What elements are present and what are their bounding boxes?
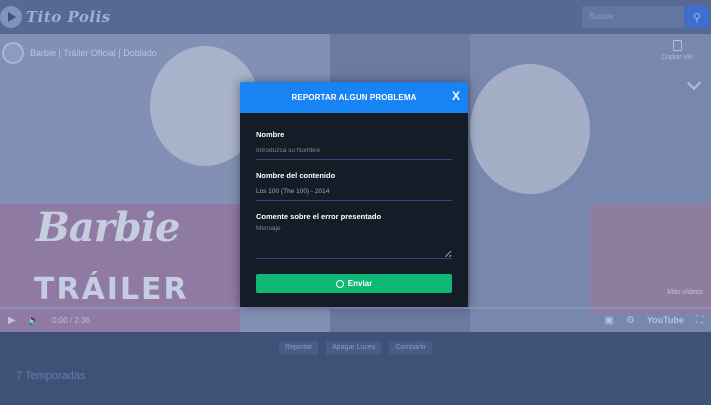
video-title[interactable]: Barbie | Tráiler Oficial | Doblado bbox=[30, 48, 157, 58]
copy-link-button[interactable]: Copiar vín bbox=[661, 40, 693, 61]
modal-body: Nombre Nombre del contenido Comente sobr… bbox=[240, 130, 468, 293]
video-bg-pink-right bbox=[590, 204, 711, 314]
search-icon: ⚲ bbox=[692, 11, 702, 24]
play-icon[interactable]: ▶ bbox=[8, 315, 16, 326]
play-logo-icon bbox=[0, 6, 22, 28]
lights-off-button[interactable]: Apagar Luces bbox=[326, 341, 382, 355]
channel-avatar[interactable] bbox=[2, 42, 24, 64]
comment-group: Comente sobre el error presentado bbox=[256, 212, 452, 264]
video-header: Barbie | Tráiler Oficial | Doblado bbox=[0, 42, 157, 64]
copy-icon bbox=[672, 40, 682, 51]
modal-title: REPORTAR ALGUN PROBLEMA bbox=[291, 93, 417, 102]
subtitles-icon[interactable]: ▣ bbox=[604, 315, 613, 326]
content-label: Nombre del contenido bbox=[256, 171, 336, 180]
name-input[interactable] bbox=[256, 143, 452, 160]
logo-text: Tito Polis bbox=[26, 8, 111, 26]
more-videos-label[interactable]: Más vídeos bbox=[667, 289, 703, 296]
search-input[interactable]: Buscar bbox=[582, 6, 684, 28]
search-button[interactable]: ⚲ bbox=[685, 6, 709, 28]
send-label: Enviar bbox=[347, 279, 373, 288]
close-button[interactable]: X bbox=[452, 89, 460, 103]
share-button[interactable]: Compartir bbox=[389, 341, 433, 355]
video-time: 0:00 / 2:36 bbox=[52, 315, 90, 325]
video-brand-text: Barbie bbox=[36, 204, 180, 251]
content-input[interactable] bbox=[256, 184, 452, 201]
seasons-heading: 7 Temporadas bbox=[16, 370, 86, 382]
video-trailer-text: TRÁILER bbox=[34, 272, 189, 307]
volume-icon[interactable]: 🔈 bbox=[28, 315, 40, 326]
fullscreen-icon[interactable]: ⛶ bbox=[696, 315, 703, 326]
name-group: Nombre bbox=[256, 130, 452, 160]
video-controls: ▶ 🔈 0:00 / 2:36 ▣ ⚙ YouTube ⛶ bbox=[0, 308, 711, 332]
send-button[interactable]: Enviar bbox=[256, 274, 452, 293]
report-button[interactable]: Reportar bbox=[278, 341, 319, 355]
report-modal: REPORTAR ALGUN PROBLEMA X Nombre Nombre … bbox=[240, 82, 468, 307]
copy-link-label: Copiar vín bbox=[661, 54, 693, 61]
site-logo[interactable]: Tito Polis bbox=[0, 6, 111, 28]
video-controls-right: ▣ ⚙ YouTube ⛶ bbox=[604, 315, 703, 326]
youtube-logo[interactable]: YouTube bbox=[647, 315, 684, 325]
modal-header: REPORTAR ALGUN PROBLEMA X bbox=[240, 82, 468, 113]
comment-textarea[interactable] bbox=[256, 221, 452, 259]
content-group: Nombre del contenido bbox=[256, 171, 452, 201]
video-actions: Reportar Apagar Luces Compartir bbox=[0, 341, 711, 355]
top-bar: Tito Polis Buscar ⚲ bbox=[0, 0, 711, 34]
name-label: Nombre bbox=[256, 130, 285, 139]
comment-label: Comente sobre el error presentado bbox=[256, 212, 382, 221]
whatsapp-icon bbox=[335, 279, 344, 288]
video-figure-right bbox=[470, 64, 590, 194]
gear-icon[interactable]: ⚙ bbox=[626, 315, 635, 326]
